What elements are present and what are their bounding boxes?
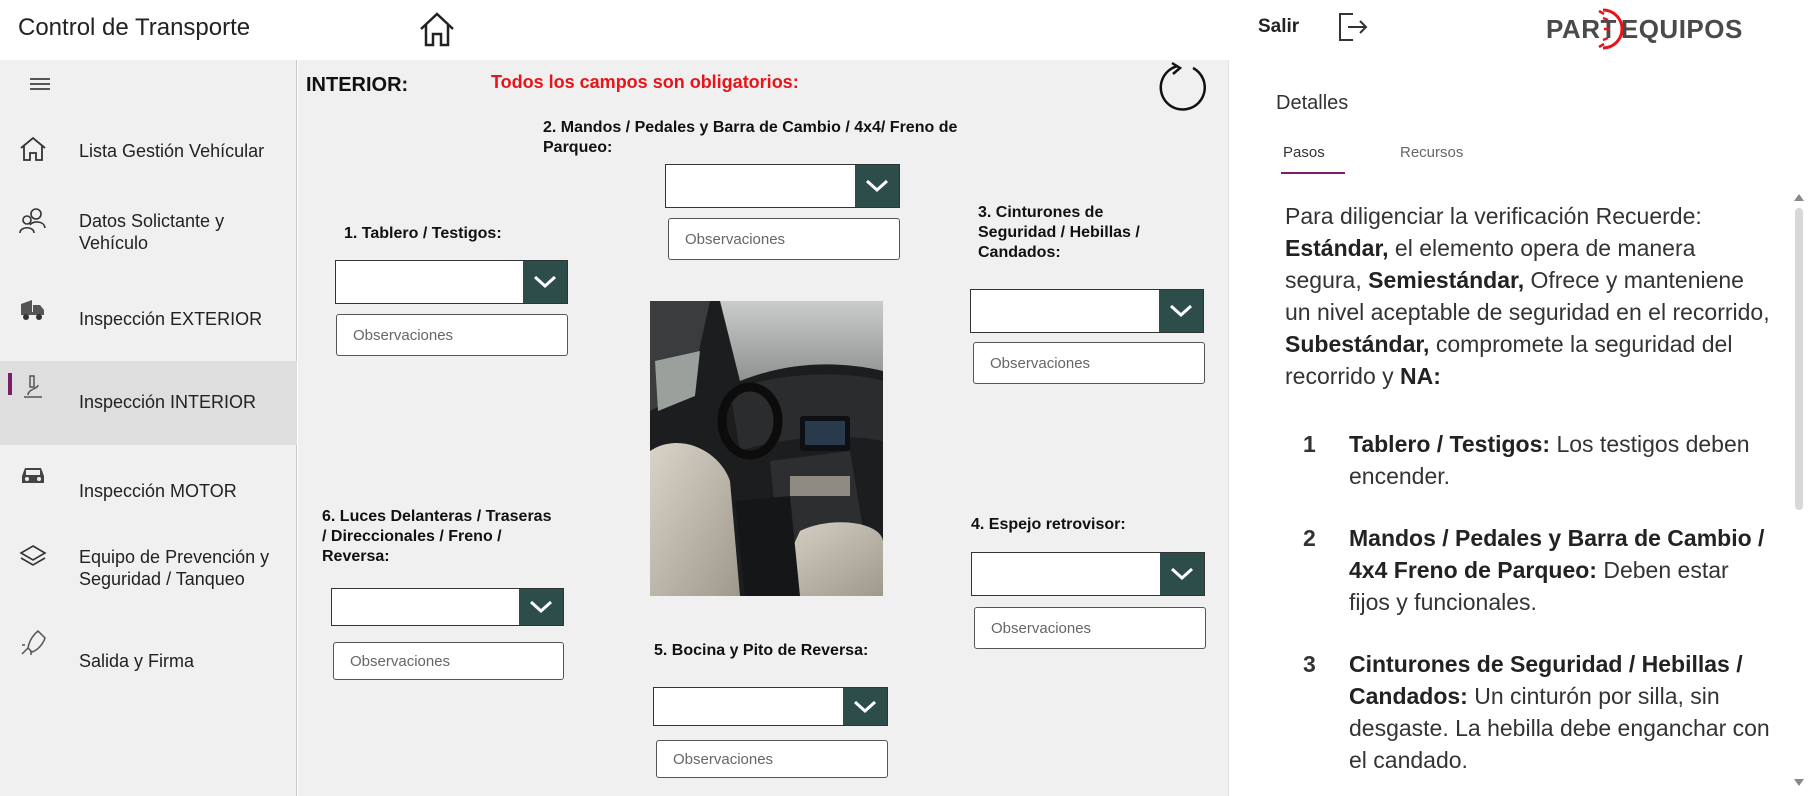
- sign-out-icon[interactable]: [1336, 10, 1370, 44]
- sidebar-item-inspeccion-interior[interactable]: Inspección INTERIOR: [0, 361, 297, 445]
- details-scrollbar[interactable]: [1792, 190, 1806, 790]
- sidebar-item-label: Inspección MOTOR: [79, 481, 237, 501]
- observaciones-espejo-input[interactable]: [974, 607, 1206, 649]
- field-label-bocina: 5. Bocina y Pito de Reversa:: [654, 642, 869, 659]
- microscope-icon: [24, 375, 42, 398]
- observaciones-bocina-input[interactable]: [656, 740, 888, 778]
- field-label-espejo: 4. Espejo retrovisor:: [971, 516, 1126, 533]
- select-luces[interactable]: [331, 588, 564, 626]
- chevron-down-icon: [523, 261, 567, 303]
- sidebar-item-inspeccion-motor[interactable]: Inspección MOTOR: [0, 452, 297, 522]
- observaciones-cinturones-input[interactable]: [973, 342, 1205, 384]
- scroll-thumb[interactable]: [1795, 208, 1803, 510]
- observaciones-tablero-input[interactable]: [336, 314, 568, 356]
- app-header: Control de Transporte Salir PART EQUIPOS: [0, 0, 1812, 60]
- sidebar: Lista Gestión Vehícular Datos Solictante…: [0, 60, 297, 796]
- sidebar-item-label: Lista Gestión Vehícular: [79, 141, 265, 161]
- sidebar-item-label: Equipo de Prevención y Seguridad / Tanqu…: [79, 547, 270, 589]
- app-title: Control de Transporte: [18, 14, 251, 41]
- layers-icon: [19, 545, 47, 566]
- instructions-content: Para diligenciar la verificación Recuerd…: [1285, 200, 1775, 796]
- refresh-icon: [1159, 61, 1207, 111]
- home-button[interactable]: [416, 8, 458, 50]
- people-icon: [19, 208, 46, 234]
- sidebar-item-label: Salida y Firma: [79, 651, 195, 671]
- company-logo: PART EQUIPOS: [1546, 14, 1743, 44]
- instruction-step: 3 Cinturones de Seguridad / Hebillas / C…: [1303, 651, 1770, 773]
- home-icon: [20, 136, 46, 161]
- field-label-cinturones: 3. Cinturones de Seguridad / Hebillas / …: [978, 204, 1140, 261]
- sidebar-item-label: Inspección EXTERIOR: [79, 309, 263, 329]
- select-bocina[interactable]: [653, 687, 888, 726]
- car-interior-photo: [650, 301, 883, 596]
- sidebar-item-lista-gestion[interactable]: Lista Gestión Vehícular: [0, 122, 297, 178]
- sidebar-item-datos-solicitante[interactable]: Datos Solictante y Vehículo: [0, 198, 297, 268]
- select-espejo[interactable]: [971, 552, 1205, 596]
- sidebar-item-label: Inspección INTERIOR: [79, 392, 257, 412]
- car-icon: [22, 468, 44, 483]
- gear-logo-icon: [1598, 8, 1623, 50]
- select-tablero[interactable]: [335, 260, 568, 304]
- interior-form: INTERIOR: Todos los campos son obligator…: [298, 60, 1228, 796]
- details-title: Detalles: [1276, 92, 1349, 114]
- sidebar-item-salida-firma[interactable]: Salida y Firma: [0, 618, 297, 694]
- chevron-down-icon: [1159, 290, 1203, 332]
- field-label-mandos: 2. Mandos / Pedales y Barra de Cambio / …: [543, 119, 958, 156]
- chevron-down-icon: [843, 688, 887, 725]
- chevron-down-icon: [855, 165, 899, 207]
- sidebar-item-label: Datos Solictante y Vehículo: [79, 211, 225, 253]
- instruction-step: 1 Tablero / Testigos: Los testigos deben…: [1303, 431, 1750, 489]
- refresh-button[interactable]: [1158, 60, 1212, 116]
- scroll-up-icon[interactable]: [1794, 194, 1804, 201]
- section-title: INTERIOR:: [306, 74, 409, 96]
- field-label-tablero: 1. Tablero / Testigos:: [344, 225, 502, 242]
- home-icon: [420, 12, 454, 47]
- active-indicator: [8, 373, 12, 395]
- field-label-luces: 6. Luces Delanteras / Traseras / Direcci…: [322, 508, 552, 565]
- tab-recursos[interactable]: Recursos: [1400, 144, 1463, 161]
- sidebar-item-inspeccion-exterior[interactable]: Inspección EXTERIOR: [0, 284, 297, 352]
- details-panel: Detalles Pasos Recursos Para diligenciar…: [1228, 60, 1812, 796]
- instruction-step: 2 Mandos / Pedales y Barra de Cambio / 4…: [1303, 525, 1765, 615]
- sidebar-item-equipo-prevencion[interactable]: Equipo de Prevención y Seguridad / Tanqu…: [0, 534, 297, 610]
- select-cinturones[interactable]: [970, 289, 1204, 333]
- required-fields-note: Todos los campos son obligatorios:: [491, 72, 799, 92]
- truck-icon: [21, 300, 44, 320]
- rocket-icon: [21, 629, 46, 655]
- observaciones-luces-input[interactable]: [333, 642, 564, 680]
- observaciones-mandos-input[interactable]: [668, 218, 900, 260]
- tab-pasos[interactable]: Pasos: [1281, 144, 1345, 174]
- chevron-down-icon: [519, 589, 563, 625]
- hamburger-menu-icon[interactable]: [30, 78, 50, 92]
- select-mandos[interactable]: [665, 164, 900, 208]
- chevron-down-icon: [1160, 553, 1204, 595]
- scroll-down-icon[interactable]: [1794, 779, 1804, 786]
- exit-button[interactable]: Salir: [1258, 16, 1299, 38]
- instructions-intro: Para diligenciar la verificación Recuerd…: [1285, 203, 1770, 389]
